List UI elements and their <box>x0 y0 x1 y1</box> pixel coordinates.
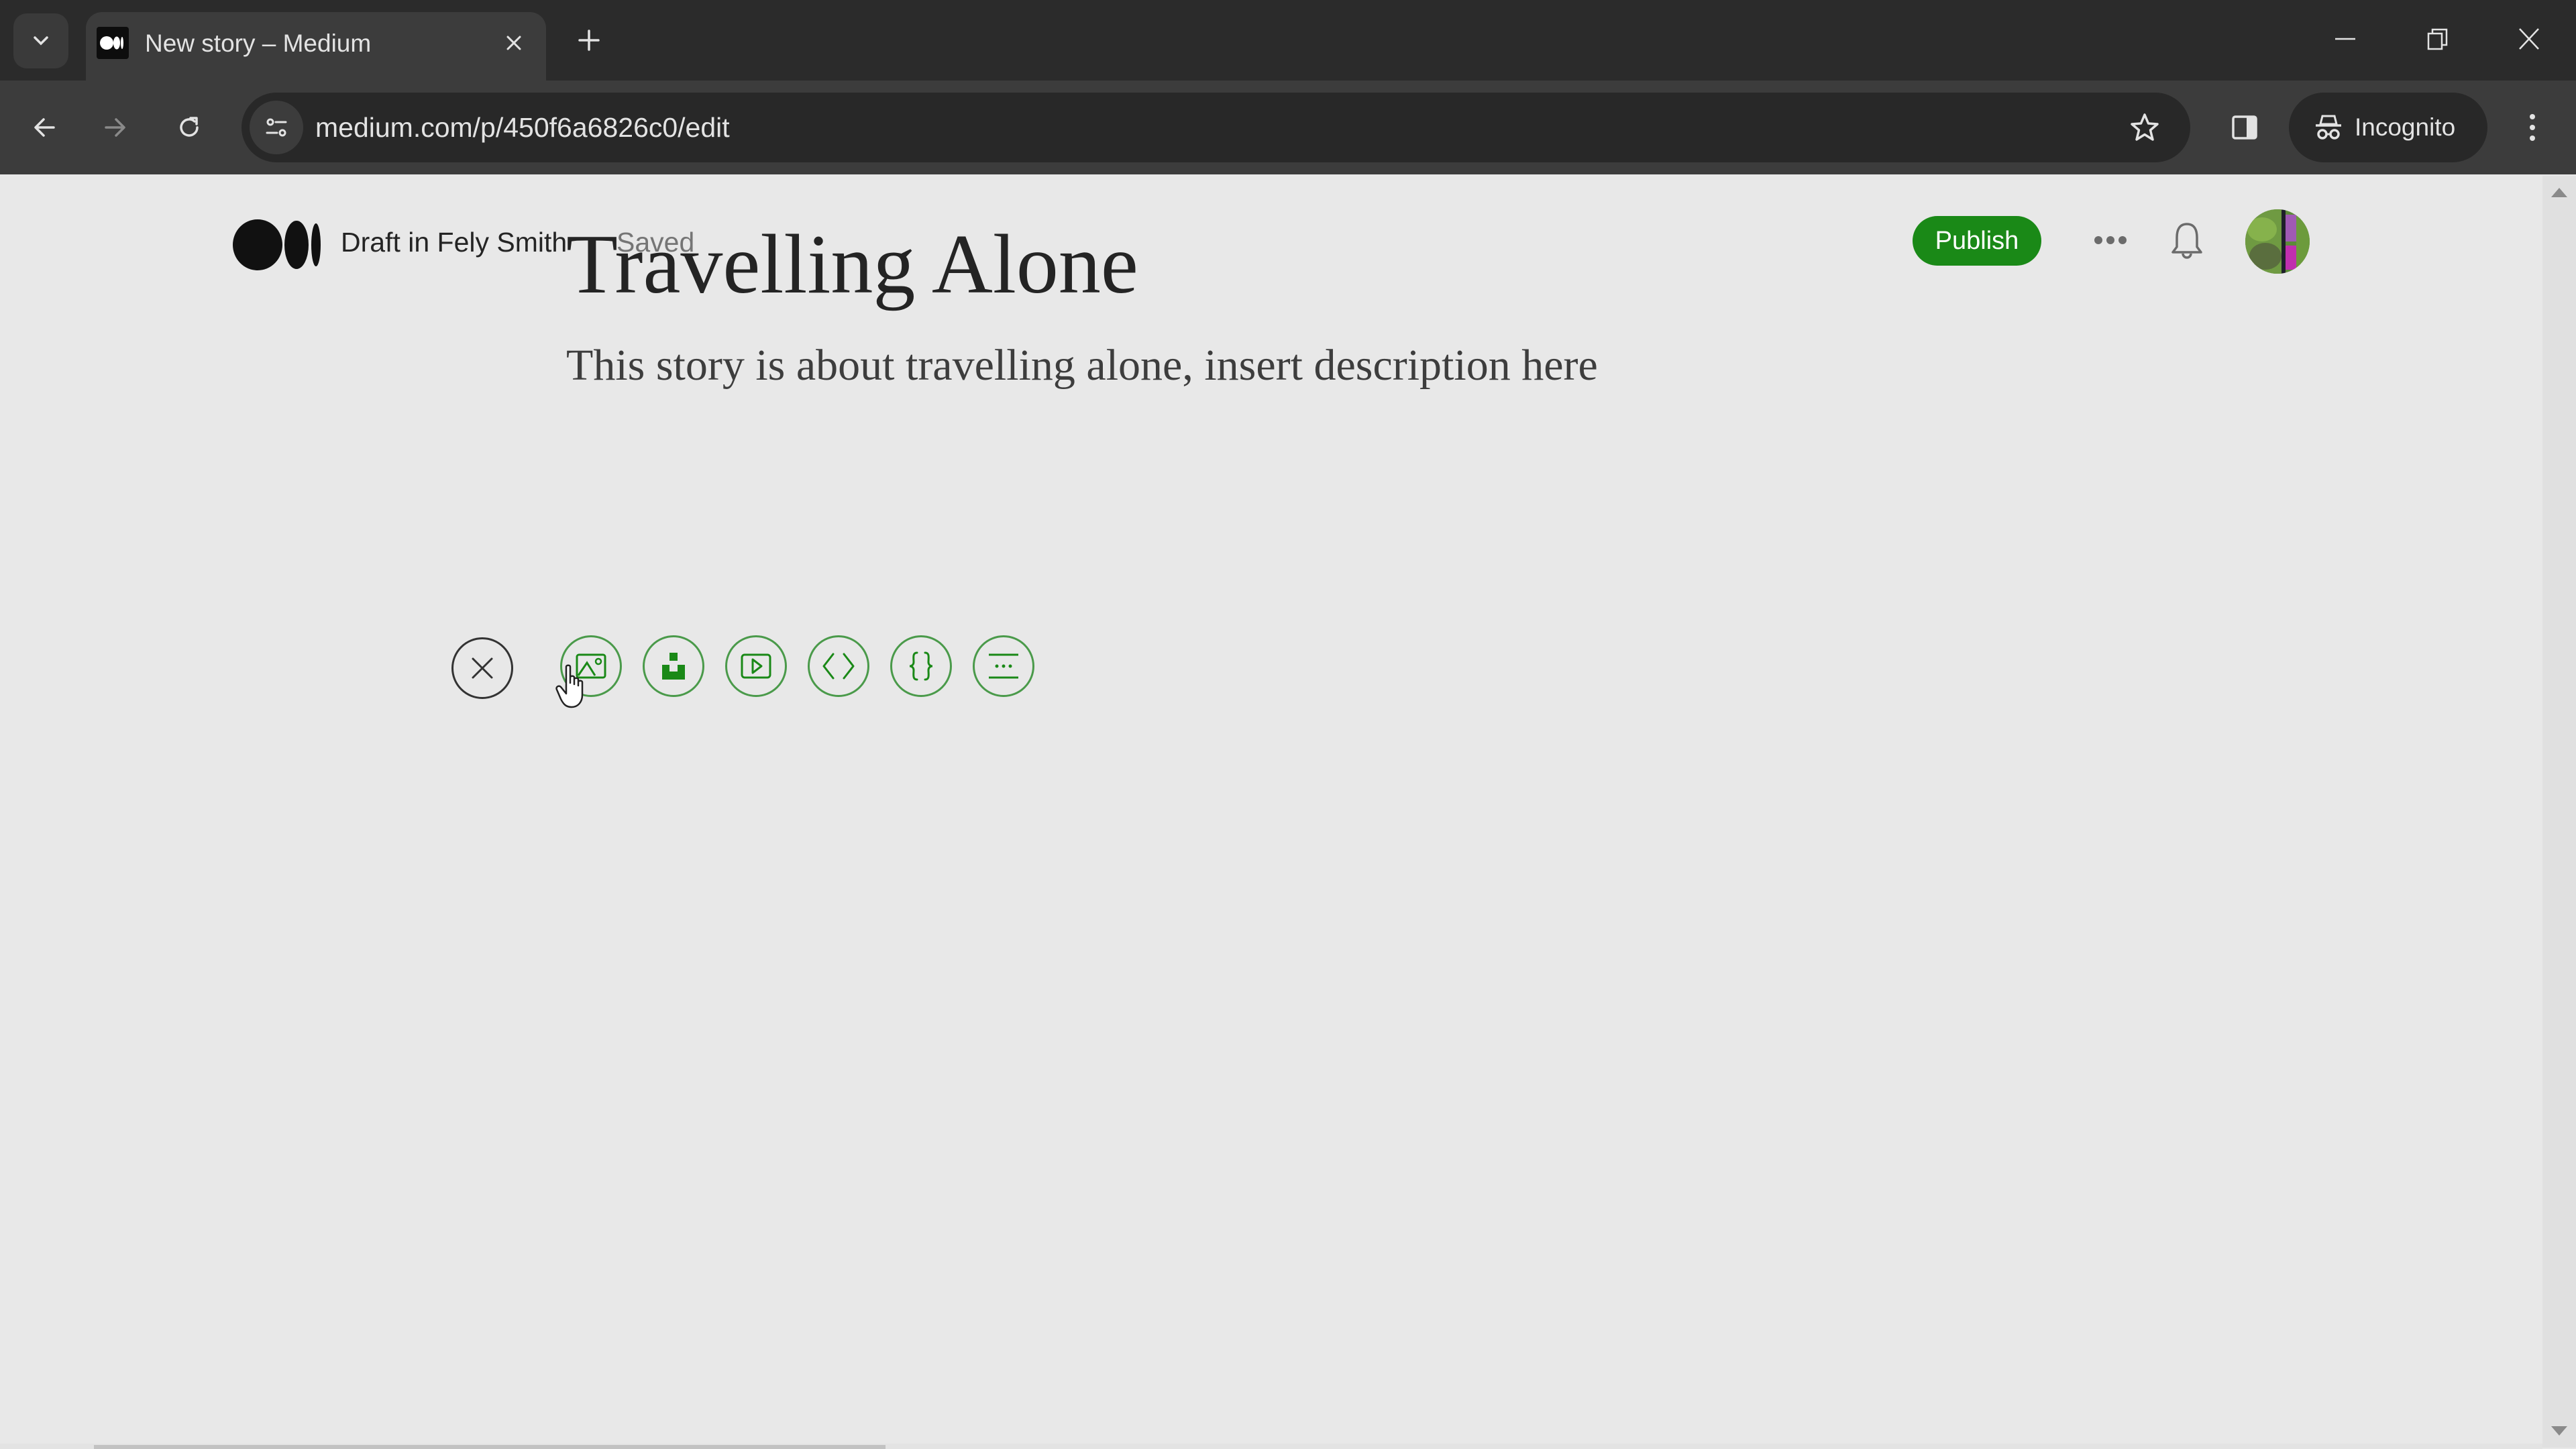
user-avatar[interactable] <box>2245 209 2310 274</box>
avatar-image <box>2245 209 2310 274</box>
chevron-down-icon <box>34 36 48 46</box>
more-horizontal-icon <box>2094 236 2127 244</box>
close-icon <box>472 657 493 679</box>
reload-icon <box>180 117 199 137</box>
vertical-scrollbar[interactable] <box>2542 176 2576 1448</box>
braces-icon <box>909 651 933 681</box>
arrow-right-icon <box>105 118 125 137</box>
close-icon <box>2519 28 2539 50</box>
back-button[interactable] <box>17 101 71 154</box>
star-icon <box>2131 113 2159 141</box>
close-icon <box>506 36 521 50</box>
story-title[interactable]: Travelling Alone <box>566 215 1138 315</box>
medium-logo[interactable] <box>232 215 322 275</box>
browser-tab-strip: New story – Medium <box>0 0 2576 82</box>
horizontal-scrollbar-thumb[interactable] <box>94 1445 885 1449</box>
plus-icon <box>578 30 600 51</box>
add-unsplash-image-button[interactable] <box>643 635 704 697</box>
scroll-up-arrow-icon[interactable] <box>2551 188 2567 197</box>
address-bar[interactable]: medium.com/p/450f6a6826c0/edit <box>241 93 2190 162</box>
add-image-button[interactable] <box>560 635 622 697</box>
restore-button[interactable] <box>2411 15 2465 63</box>
add-new-part-button[interactable] <box>973 635 1034 697</box>
add-code-block-button[interactable] <box>890 635 952 697</box>
browser-toolbar: medium.com/p/450f6a6826c0/edit Incognito <box>0 80 2576 174</box>
new-tab-button[interactable] <box>568 19 610 62</box>
insert-menu-close-button[interactable] <box>451 637 513 699</box>
video-icon <box>741 653 771 679</box>
horizontal-scrollbar[interactable] <box>0 1444 2542 1449</box>
url-text[interactable]: medium.com/p/450f6a6826c0/edit <box>315 109 730 146</box>
more-options-button[interactable] <box>2086 219 2135 262</box>
tab-title: New story – Medium <box>145 30 372 57</box>
restore-icon <box>2427 28 2448 50</box>
side-panel-icon <box>2232 115 2257 140</box>
medium-logo-icon <box>97 27 129 59</box>
side-panel-button[interactable] <box>2218 101 2271 154</box>
minimize-button[interactable] <box>2318 15 2372 63</box>
notifications-button[interactable] <box>2161 213 2212 270</box>
publish-button[interactable]: Publish <box>1913 216 2041 266</box>
section-break-icon <box>989 653 1018 679</box>
kebab-menu-icon <box>2530 114 2535 141</box>
image-icon <box>576 653 606 679</box>
bookmark-button[interactable] <box>2125 107 2165 148</box>
incognito-label: Incognito <box>2355 113 2456 141</box>
tab-search-button[interactable] <box>13 13 68 68</box>
scroll-down-arrow-icon[interactable] <box>2551 1426 2567 1436</box>
arrow-left-icon <box>34 118 55 137</box>
incognito-profile-button[interactable]: Incognito <box>2289 93 2487 162</box>
forward-button[interactable] <box>89 101 142 154</box>
draft-location-label: Draft in Fely Smith <box>341 227 568 258</box>
close-window-button[interactable] <box>2502 15 2556 63</box>
tune-icon <box>266 118 287 137</box>
reload-button[interactable] <box>162 101 216 154</box>
unsplash-icon <box>662 653 685 680</box>
editor-page: Draft in Fely Smith Saved Publish Travel… <box>0 176 2542 1448</box>
story-subtitle[interactable]: This story is about travelling alone, in… <box>566 335 1598 396</box>
browser-tab[interactable]: New story – Medium <box>86 12 546 82</box>
tab-close-button[interactable] <box>496 25 531 60</box>
code-icon <box>822 653 855 680</box>
add-embed-button[interactable] <box>808 635 869 697</box>
browser-menu-button[interactable] <box>2506 101 2559 154</box>
add-video-button[interactable] <box>725 635 787 697</box>
bell-icon <box>2171 223 2202 259</box>
incognito-icon <box>2316 115 2341 140</box>
site-info-button[interactable] <box>250 101 303 154</box>
minimize-icon <box>2335 38 2355 40</box>
